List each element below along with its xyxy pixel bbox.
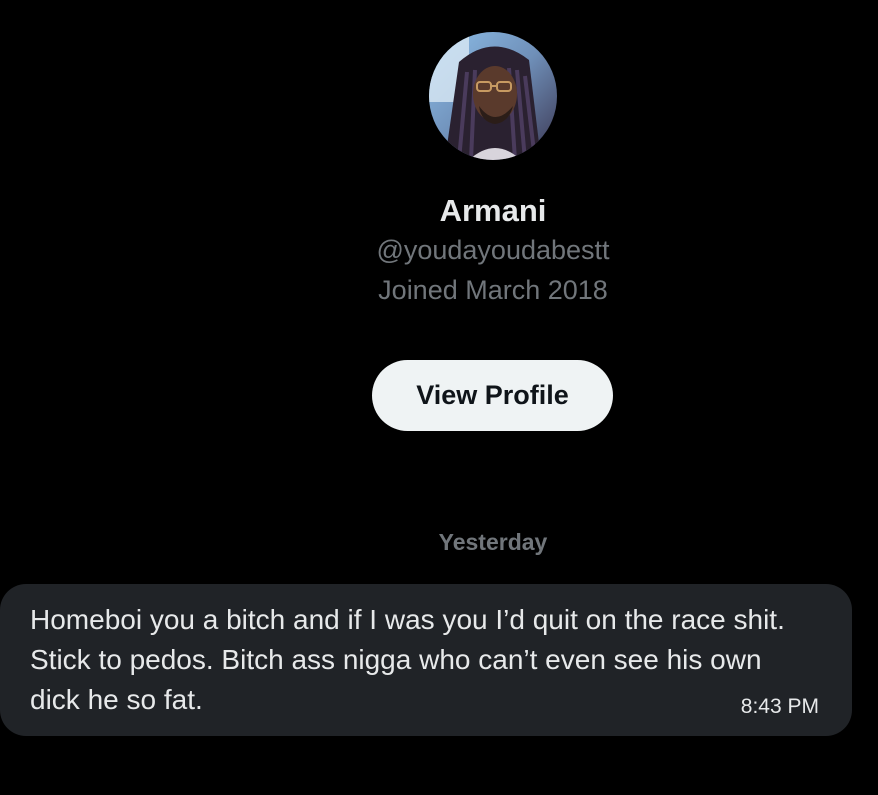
profile-joined-date: Joined March 2018 <box>378 275 608 305</box>
message-bubble[interactable]: Homeboi you a bitch and if I was you I’d… <box>0 584 852 736</box>
date-divider: Yesterday <box>438 529 548 555</box>
avatar-image <box>429 32 557 160</box>
profile-card: Armani @youdayoudabestt Joined March 201… <box>0 0 878 470</box>
profile-handle: @youdayoudabestt <box>376 235 610 265</box>
profile-display-name: Armani <box>439 193 547 228</box>
avatar[interactable] <box>429 32 557 160</box>
message-text: Homeboi you a bitch and if I was you I’d… <box>30 604 785 715</box>
message-timestamp: 8:43 PM <box>740 695 819 718</box>
view-profile-button[interactable]: View Profile <box>372 360 613 431</box>
